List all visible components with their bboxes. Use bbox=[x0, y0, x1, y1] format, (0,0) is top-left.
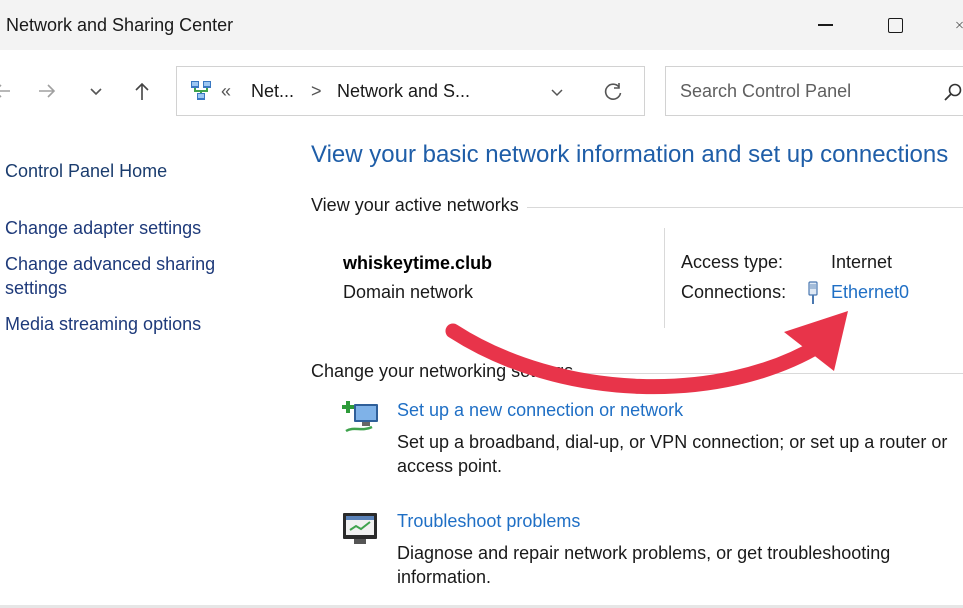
breadcrumb-overflow[interactable]: « bbox=[221, 81, 231, 102]
annotation-arrow-head bbox=[784, 311, 848, 371]
ethernet-icon bbox=[808, 281, 818, 304]
network-category: Domain network bbox=[343, 282, 474, 302]
forward-button[interactable] bbox=[33, 77, 61, 105]
recent-dropdown-icon bbox=[90, 88, 102, 96]
forward-arrow-icon bbox=[39, 84, 56, 98]
troubleshoot-description: Diagnose and repair network problems, or… bbox=[397, 543, 891, 587]
up-button[interactable] bbox=[128, 77, 156, 105]
change-settings-label: Change your networking settings bbox=[311, 361, 582, 382]
maximize-button[interactable] bbox=[870, 0, 920, 50]
back-button[interactable] bbox=[0, 77, 16, 105]
troubleshoot-icon bbox=[343, 513, 377, 544]
up-arrow-icon bbox=[135, 82, 149, 100]
back-arrow-icon bbox=[0, 84, 10, 98]
sidebar-control-panel-home[interactable]: Control Panel Home bbox=[5, 159, 167, 183]
address-bar[interactable]: « Net... > Network and S... bbox=[176, 66, 645, 116]
access-type-label: Access type: bbox=[681, 252, 784, 272]
breadcrumb-separator[interactable]: > bbox=[311, 81, 322, 102]
search-box[interactable]: Search Control Panel bbox=[665, 66, 963, 116]
new-connection-icon bbox=[342, 401, 378, 433]
minimize-button[interactable] bbox=[800, 0, 850, 50]
network-details-divider bbox=[664, 228, 665, 328]
sidebar-item-media-streaming[interactable]: Media streaming options bbox=[5, 312, 201, 336]
sidebar-item-change-adapter-settings[interactable]: Change adapter settings bbox=[5, 216, 201, 240]
sidebar-item-change-advanced-sharing[interactable]: Change advanced sharing settings bbox=[5, 252, 230, 300]
close-button[interactable] bbox=[938, 0, 963, 50]
troubleshoot-link[interactable]: Troubleshoot problems bbox=[397, 511, 580, 532]
network-name: whiskeytime.club bbox=[343, 253, 493, 273]
setup-connection-description: Set up a broadband, dial-up, or VPN conn… bbox=[397, 432, 948, 476]
refresh-icon[interactable] bbox=[602, 81, 624, 103]
access-type-value: Internet bbox=[831, 252, 893, 272]
setup-connection-link[interactable]: Set up a new connection or network bbox=[397, 400, 683, 421]
close-icon bbox=[956, 21, 963, 29]
search-icon[interactable] bbox=[943, 82, 963, 102]
minimize-icon bbox=[817, 24, 833, 26]
breadcrumb-network-sharing[interactable]: Network and S... bbox=[337, 81, 470, 102]
address-chevron-icon[interactable] bbox=[549, 84, 565, 100]
connections-label: Connections: bbox=[681, 282, 787, 302]
ethernet-connection-link[interactable]: Ethernet0 bbox=[831, 282, 909, 303]
title-bar: Network and Sharing Center bbox=[0, 0, 963, 50]
maximize-icon bbox=[887, 17, 903, 33]
active-networks-label: View your active networks bbox=[311, 195, 527, 216]
window-title: Network and Sharing Center bbox=[6, 15, 234, 35]
search-input[interactable]: Search Control Panel bbox=[680, 81, 851, 102]
page-title: View your basic network information and … bbox=[311, 141, 949, 168]
recent-locations-button[interactable] bbox=[82, 77, 110, 105]
network-location-icon bbox=[191, 81, 211, 100]
breadcrumb-network[interactable]: Net... bbox=[251, 81, 294, 102]
